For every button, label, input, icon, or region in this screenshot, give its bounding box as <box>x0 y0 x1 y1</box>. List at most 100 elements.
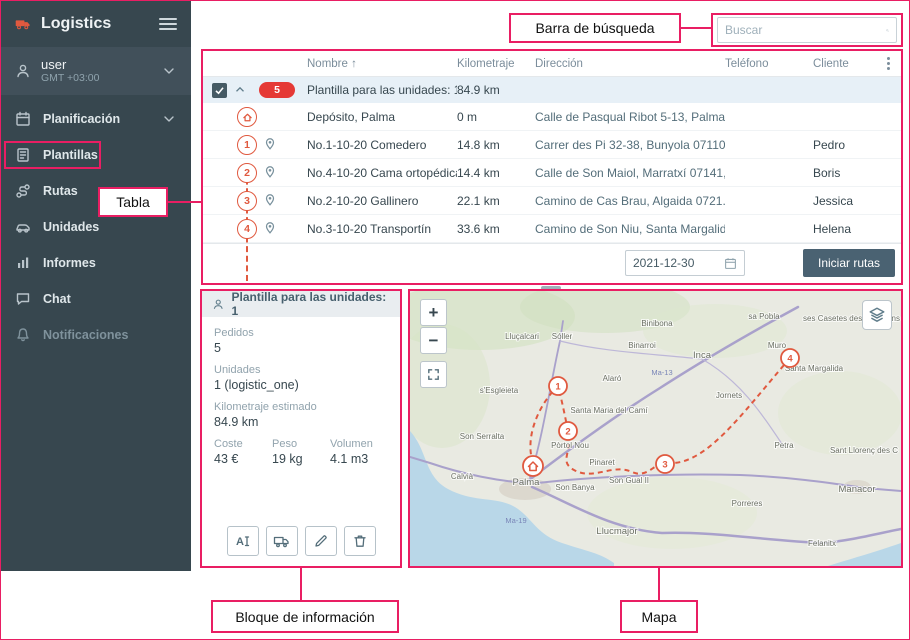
column-cliente[interactable]: Cliente <box>813 58 887 70</box>
user-menu[interactable]: user GMT +03:00 <box>1 47 191 95</box>
template-document-icon <box>17 148 29 162</box>
stop-number-marker: 2 <box>237 163 257 183</box>
info-block-header: Plantilla para las unidades: 1 <box>202 290 400 318</box>
zoom-out-button[interactable]: − <box>420 327 447 354</box>
check-icon <box>215 86 224 94</box>
stat-label: Peso <box>272 438 298 450</box>
pencil-icon <box>314 535 327 547</box>
row-name: Depósito, Palma <box>307 110 396 124</box>
search-box <box>717 17 897 43</box>
stop-marker-4[interactable]: 4 <box>780 348 800 368</box>
annotation-label-table: Tabla <box>98 187 168 217</box>
depot-map-marker[interactable] <box>522 455 544 477</box>
map-town-label: Son Banya <box>555 483 595 492</box>
bar-chart-icon <box>18 257 29 268</box>
row-km: 14.8 km <box>457 138 500 152</box>
template-group-row[interactable]: 5 Plantilla para las unidades: 1 84.9 km <box>203 77 901 103</box>
row-client: Boris <box>813 166 841 180</box>
sidebar-item-label: Plantillas <box>43 148 98 162</box>
unit-truck-icon <box>273 536 289 548</box>
collapse-chevron-up-icon[interactable] <box>233 83 247 97</box>
sidebar-item-planificacion[interactable]: Planificación <box>1 101 191 137</box>
date-picker[interactable]: 2021-12-30 <box>625 250 745 276</box>
field-value: 84.9 km <box>214 415 259 429</box>
assign-unit-button[interactable] <box>265 526 298 556</box>
app-title: Logistics <box>41 15 112 32</box>
stat-value: 4.1 m3 <box>330 452 369 466</box>
sidebar: Logistics user GMT +03:00 Planificación <box>1 1 191 571</box>
column-nombre[interactable]: Nombre ↑ <box>307 58 457 70</box>
depot-home-icon <box>237 107 257 127</box>
map-town-label: Sóller <box>552 332 573 341</box>
field-label: Unidades <box>214 364 261 376</box>
orders-count-badge: 5 <box>259 82 295 98</box>
map-canvas[interactable]: Lluçalcari Sóller Binibona sa Pobla ses … <box>410 291 901 566</box>
map-town-label: Llucmajor <box>596 526 637 537</box>
rename-button[interactable]: A <box>226 526 259 556</box>
map-town-label: Calvià <box>451 472 474 481</box>
sidebar-item-informes[interactable]: Informes <box>1 245 191 281</box>
search-icon[interactable] <box>886 23 889 38</box>
info-body: Pedidos 5 Unidades 1 (logistic_one) Kilo… <box>202 317 400 476</box>
map-town-label: Son Serralta <box>460 432 505 441</box>
sidebar-item-label: Planificación <box>43 112 121 126</box>
annotation-label-map: Mapa <box>620 600 698 633</box>
svg-text:4: 4 <box>787 354 793 365</box>
calendar-icon <box>16 111 30 126</box>
map-town-label: Palma <box>513 477 541 488</box>
field-label: Kilometraje estimado <box>214 401 317 413</box>
map-town-label: Pòrtol Nou <box>551 441 589 450</box>
column-menu-icon[interactable] <box>887 57 890 60</box>
info-block: Plantilla para las unidades: 1 Pedidos 5… <box>200 289 402 568</box>
row-km: 22.1 km <box>457 194 500 208</box>
map-town-label: Manacor <box>839 484 876 495</box>
row-client: Jessica <box>813 194 854 208</box>
stop-marker-3[interactable]: 3 <box>655 454 675 474</box>
map-town-label: Binarroi <box>628 341 656 350</box>
start-routes-button[interactable]: Iniciar rutas <box>803 249 895 277</box>
table-row-order-3[interactable]: 3 No.2-10-20 Gallinero 22.1 km Camino de… <box>203 187 901 215</box>
map-town-label: sa Pobla <box>748 312 780 321</box>
sidebar-item-notificaciones[interactable]: Notificaciones <box>1 317 191 353</box>
sidebar-item-chat[interactable]: Chat <box>1 281 191 317</box>
sidebar-item-label: Chat <box>43 292 71 306</box>
column-kilometraje[interactable]: Kilometraje <box>457 58 535 70</box>
group-checkbox[interactable] <box>212 82 227 98</box>
bell-icon <box>17 328 29 342</box>
row-address: Camino de Son Niu, Santa Margalid... <box>535 222 725 236</box>
column-telefono[interactable]: Teléfono <box>725 58 813 70</box>
menu-icon[interactable] <box>159 18 177 30</box>
sidebar-item-label: Notificaciones <box>43 328 129 342</box>
calendar-icon <box>725 257 736 269</box>
stat-label: Coste <box>214 438 243 450</box>
table-row-order-1[interactable]: 1 No.1-10-20 Comedero 14.8 km Carrer des… <box>203 131 901 159</box>
map-layers-button[interactable] <box>862 300 892 330</box>
user-icon <box>213 299 223 309</box>
info-stats: Coste 43 € Peso 19 kg Volumen 4.1 m3 <box>214 438 388 466</box>
search-input[interactable] <box>725 23 880 37</box>
logistics-logo-truck-icon <box>15 20 30 30</box>
fullscreen-button[interactable] <box>420 361 447 388</box>
road-label: Ma-13 <box>651 368 672 377</box>
table-footer: 2021-12-30 Iniciar rutas <box>203 243 901 282</box>
map-town-label: Petra <box>774 441 794 450</box>
group-name: Plantilla para las unidades: 1 <box>307 83 457 97</box>
row-address: Calle de Pasqual Ribot 5-13, Palma ... <box>535 110 725 124</box>
table-row-order-2[interactable]: 2 No.4-10-20 Cama ortopédica 14.4 km Cal… <box>203 159 901 187</box>
location-pin-icon <box>265 194 275 206</box>
delete-button[interactable] <box>343 526 376 556</box>
road-label: Ma-19 <box>505 516 526 525</box>
map[interactable]: Lluçalcari Sóller Binibona sa Pobla ses … <box>408 289 903 568</box>
zoom-in-button[interactable]: + <box>420 299 447 326</box>
column-direccion[interactable]: Dirección <box>535 58 725 70</box>
edit-button[interactable] <box>304 526 337 556</box>
stop-marker-2[interactable]: 2 <box>558 421 578 441</box>
table-row-order-4[interactable]: 4 No.3-10-20 Transportín 33.6 km Camino … <box>203 215 901 243</box>
annotation-label-info: Bloque de información <box>211 600 399 633</box>
car-icon <box>16 224 30 233</box>
sidebar-item-plantillas[interactable]: Plantillas <box>1 137 191 173</box>
annotation-connector <box>300 568 302 600</box>
table-row-deposito[interactable]: Depósito, Palma 0 m Calle de Pasqual Rib… <box>203 103 901 131</box>
map-town-label: Porreres <box>732 499 763 508</box>
stop-marker-1[interactable]: 1 <box>548 376 568 396</box>
